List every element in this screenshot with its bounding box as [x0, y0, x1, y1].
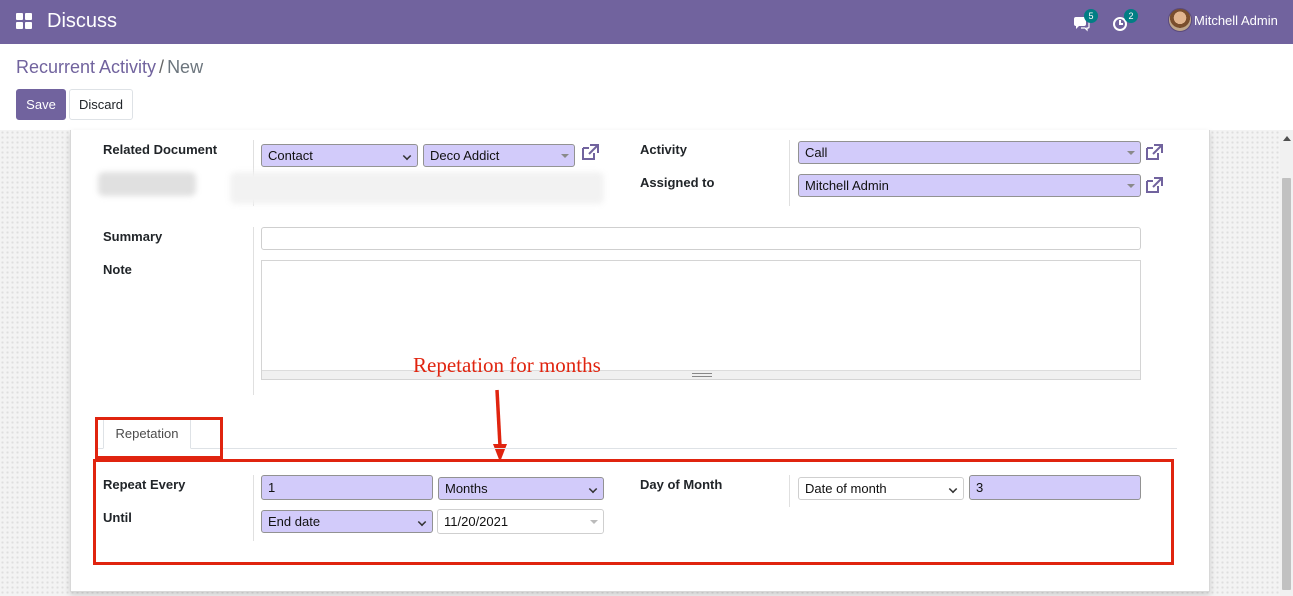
breadcrumb: Recurrent Activity / New	[16, 57, 203, 78]
vertical-scrollbar[interactable]	[1280, 130, 1293, 596]
chevron-down-icon	[402, 151, 412, 161]
related-record-value: Deco Addict	[430, 148, 500, 163]
app-title[interactable]: Discuss	[47, 10, 117, 33]
blurred-content	[230, 172, 604, 204]
avatar[interactable]	[1168, 8, 1192, 32]
annotation-arrow-icon	[493, 389, 507, 462]
discard-button[interactable]: Discard	[69, 89, 133, 120]
breadcrumb-separator: /	[159, 57, 165, 77]
scroll-up-arrow-icon[interactable]	[1283, 136, 1291, 141]
top-navbar: Discuss 5 2 Mitchell Admin	[0, 0, 1293, 44]
external-link-icon[interactable]	[1144, 143, 1164, 161]
assigned-to-combobox[interactable]: Mitchell Admin	[798, 174, 1141, 197]
caret-down-icon	[561, 154, 569, 158]
messages-menu[interactable]: 5	[1072, 9, 1098, 34]
activities-count-badge: 2	[1124, 9, 1138, 23]
scrollbar-thumb[interactable]	[1282, 178, 1291, 590]
save-button[interactable]: Save	[16, 89, 66, 120]
external-link-icon[interactable]	[1144, 176, 1164, 194]
textarea-resize-handle[interactable]	[262, 370, 1140, 379]
note-label: Note	[103, 262, 132, 277]
related-record-combobox[interactable]: Deco Addict	[423, 144, 575, 167]
field-separator	[789, 140, 790, 206]
blurred-content	[98, 172, 196, 196]
messages-count-badge: 5	[1084, 9, 1098, 23]
user-menu-name[interactable]: Mitchell Admin	[1194, 13, 1278, 28]
caret-down-icon	[1127, 151, 1135, 155]
field-separator	[253, 227, 254, 395]
related-model-select[interactable]: Contact	[261, 144, 418, 167]
activity-label: Activity	[640, 142, 687, 157]
related-document-label: Related Document	[103, 142, 218, 157]
annotation-highlight-tab	[95, 417, 223, 459]
summary-input[interactable]	[261, 227, 1141, 250]
caret-down-icon	[1127, 184, 1135, 188]
apps-grid-icon[interactable]	[16, 13, 33, 30]
activity-value: Call	[805, 145, 828, 160]
assigned-to-label: Assigned to	[640, 175, 715, 190]
annotation-text: Repetation for months	[413, 353, 601, 377]
annotation-highlight-section	[93, 459, 1174, 565]
activity-type-combobox[interactable]: Call	[798, 141, 1141, 164]
breadcrumb-parent[interactable]: Recurrent Activity	[16, 57, 156, 77]
grip-icon	[692, 373, 712, 377]
external-link-icon[interactable]	[580, 143, 600, 161]
note-textarea[interactable]	[261, 260, 1141, 380]
related-model-value: Contact	[268, 148, 313, 163]
activities-menu[interactable]: 2	[1112, 9, 1138, 34]
breadcrumb-current: New	[167, 57, 204, 77]
assigned-to-value: Mitchell Admin	[805, 178, 889, 193]
tabs-bar	[95, 448, 1177, 449]
summary-label: Summary	[103, 229, 163, 244]
